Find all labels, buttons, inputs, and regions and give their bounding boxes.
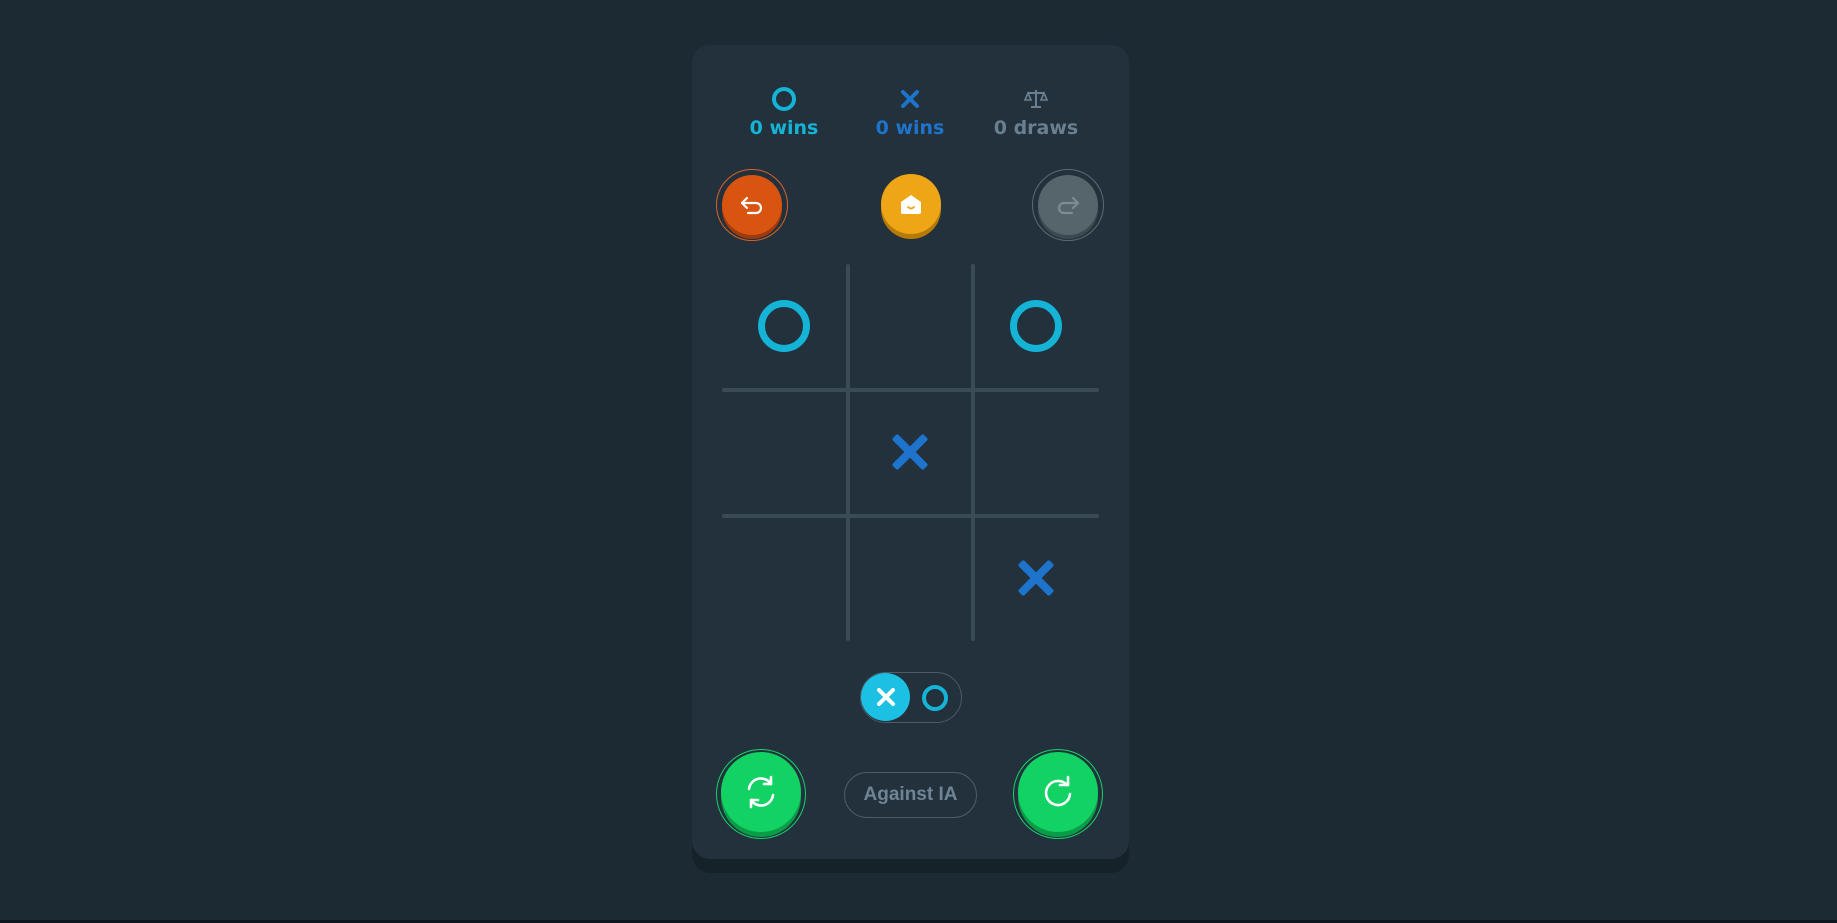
home-button[interactable] — [881, 174, 941, 234]
redo-icon — [1057, 196, 1080, 215]
board-cell[interactable] — [848, 390, 972, 514]
against-ia-button[interactable]: Against IA — [844, 772, 977, 818]
score-o: 0 wins — [724, 85, 844, 139]
board-cell[interactable] — [974, 516, 1098, 640]
toggle-knob-x[interactable] — [861, 673, 910, 721]
score-draws: 0 draws — [976, 85, 1096, 139]
swap-button[interactable] — [716, 749, 806, 839]
board-cell[interactable] — [848, 516, 972, 640]
player-side-toggle[interactable] — [860, 672, 962, 723]
board-cell[interactable] — [722, 516, 846, 640]
scale-icon — [1024, 90, 1048, 108]
x-mark — [1016, 558, 1056, 598]
undo-icon — [740, 196, 763, 215]
score-x: 0 wins — [850, 85, 970, 139]
board-cell[interactable] — [974, 390, 1098, 514]
board-cell[interactable] — [848, 264, 972, 388]
cross-icon — [901, 90, 919, 108]
home-icon — [901, 195, 921, 214]
cross-icon — [876, 688, 895, 706]
score-x-label: 0 wins — [875, 117, 945, 139]
circle-icon — [772, 87, 796, 111]
restart-icon — [1044, 775, 1072, 807]
swap-icon — [747, 775, 775, 809]
board-cell[interactable] — [974, 264, 1098, 388]
redo-button[interactable] — [1032, 169, 1104, 241]
score-draws-label: 0 draws — [993, 117, 1079, 139]
o-mark — [758, 300, 810, 352]
board-cell[interactable] — [722, 264, 846, 388]
score-o-label: 0 wins — [749, 117, 819, 139]
board-cell[interactable] — [722, 390, 846, 514]
game-board — [722, 264, 1099, 641]
circle-icon[interactable] — [922, 685, 948, 711]
o-mark — [1010, 300, 1062, 352]
undo-button[interactable] — [716, 169, 788, 241]
x-mark — [890, 432, 930, 472]
restart-button[interactable] — [1013, 749, 1103, 839]
game-card: 0 wins 0 wins 0 draws Against IA — [692, 45, 1129, 859]
